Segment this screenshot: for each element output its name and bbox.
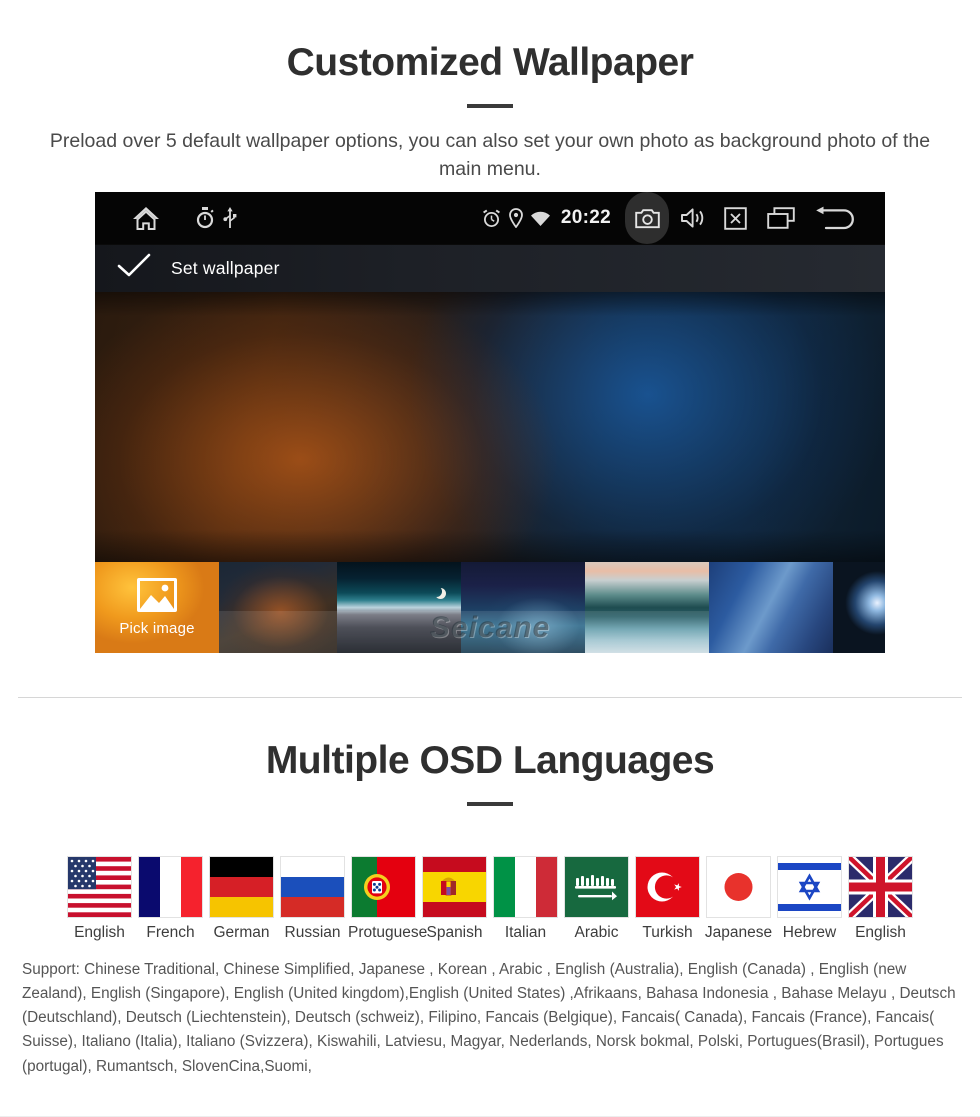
close-box-icon[interactable] xyxy=(713,206,757,230)
section-divider xyxy=(18,697,962,698)
flag-item-spain[interactable]: Spanish xyxy=(419,856,490,943)
pick-image-label: Pick image xyxy=(119,620,195,637)
flag-label: German xyxy=(213,924,270,941)
flag-item-united-kingdom[interactable]: English xyxy=(845,856,916,943)
back-arrow-icon[interactable] xyxy=(805,206,867,230)
alarm-icon xyxy=(479,209,505,228)
flag-item-germany[interactable]: German xyxy=(206,856,277,943)
wallpaper-thumbnail-eclipse[interactable] xyxy=(833,562,885,653)
flag-label: Japanese xyxy=(704,924,773,941)
usb-icon[interactable] xyxy=(219,207,241,229)
volume-icon[interactable] xyxy=(673,207,713,229)
set-wallpaper-bar[interactable]: Set wallpaper xyxy=(95,244,885,292)
flag-germany-icon xyxy=(209,856,274,918)
checkmark-icon[interactable] xyxy=(117,253,151,284)
thumb-overlay xyxy=(585,611,709,653)
flag-uk-icon xyxy=(848,856,913,918)
flag-usa-icon xyxy=(67,856,132,918)
wallpaper-thumbnail-starfield[interactable] xyxy=(461,562,585,653)
android-status-bar: 20:22 xyxy=(95,192,885,244)
flag-label: Italian xyxy=(504,924,547,941)
flag-russia-icon xyxy=(280,856,345,918)
flag-israel-icon xyxy=(777,856,842,918)
flag-italy-icon xyxy=(493,856,558,918)
wallpaper-thumbnail-strip[interactable]: Pick image Seicane xyxy=(95,562,885,653)
title-underline xyxy=(467,103,513,108)
flag-item-portugal[interactable]: Protuguese xyxy=(348,856,428,943)
status-bar-right-group: 20:22 xyxy=(479,192,885,244)
flag-label: English xyxy=(74,924,125,941)
supported-languages-text: Support: Chinese Traditional, Chinese Si… xyxy=(22,961,956,1075)
wallpaper-thumbnail-blue[interactable] xyxy=(709,562,833,653)
wallpaper-thumbnail-bokeh[interactable] xyxy=(219,562,337,653)
flag-france-icon xyxy=(138,856,203,918)
wallpaper-thumbnail-aurora[interactable] xyxy=(337,562,461,653)
flag-portugal-icon xyxy=(351,856,416,918)
pick-image-thumbnail[interactable]: Pick image xyxy=(95,562,219,653)
flag-item-italy[interactable]: Italian xyxy=(490,856,561,943)
osd-title-underline xyxy=(467,801,513,806)
flag-label: Arabic xyxy=(574,924,619,941)
flag-label: Protuguese xyxy=(348,924,428,941)
wallpaper-section-header: Customized Wallpaper Preload over 5 defa… xyxy=(0,41,980,183)
thumb-overlay xyxy=(461,611,585,653)
home-icon[interactable] xyxy=(123,205,169,232)
flag-item-japan[interactable]: Japanese xyxy=(703,856,774,943)
flag-item-turkey[interactable]: Turkish xyxy=(632,856,703,943)
set-wallpaper-label: Set wallpaper xyxy=(171,258,280,278)
page-title: Customized Wallpaper xyxy=(286,41,694,84)
moon-shape xyxy=(431,586,442,597)
flag-label: Russian xyxy=(284,924,341,941)
flag-item-saudi-arabia[interactable]: Arabic xyxy=(561,856,632,943)
osd-section-header: Multiple OSD Languages xyxy=(0,739,980,806)
wallpaper-subtitle: Preload over 5 default wallpaper options… xyxy=(49,129,931,180)
flag-label: Turkish xyxy=(642,924,693,941)
thumb-overlay xyxy=(337,611,461,653)
flag-turkey-icon xyxy=(635,856,700,918)
photo-icon xyxy=(137,578,177,612)
wallpaper-preview[interactable] xyxy=(95,292,885,562)
flag-label: French xyxy=(146,924,195,941)
flag-saudi-arabia-icon xyxy=(564,856,629,918)
android-screenshot: 20:22 Set wallpaper Pick image Seicane xyxy=(95,192,885,653)
stopwatch-icon[interactable] xyxy=(191,207,219,229)
language-flags-row: English French German Russian Protuguese xyxy=(18,856,962,943)
osd-title: Multiple OSD Languages xyxy=(265,739,715,782)
flag-japan-icon xyxy=(706,856,771,918)
wallpaper-thumbnail-wave[interactable] xyxy=(585,562,709,653)
flag-item-usa[interactable]: English xyxy=(64,856,135,943)
thumb-overlay xyxy=(219,611,337,653)
location-pin-icon xyxy=(505,208,527,228)
flag-label: English xyxy=(855,924,906,941)
status-bar-left-group xyxy=(95,205,241,232)
status-bar-clock: 20:22 xyxy=(560,207,611,228)
wifi-icon xyxy=(527,210,555,227)
product-feature-page: Customized Wallpaper Preload over 5 defa… xyxy=(0,0,980,1117)
flag-item-israel[interactable]: Hebrew xyxy=(774,856,845,943)
flag-label: Hebrew xyxy=(782,924,837,941)
flag-item-france[interactable]: French xyxy=(135,856,206,943)
flag-item-russia[interactable]: Russian xyxy=(277,856,348,943)
flag-spain-icon xyxy=(422,856,487,918)
recent-apps-icon[interactable] xyxy=(757,207,805,229)
camera-icon[interactable] xyxy=(625,192,669,244)
flag-label: Spanish xyxy=(426,924,483,941)
